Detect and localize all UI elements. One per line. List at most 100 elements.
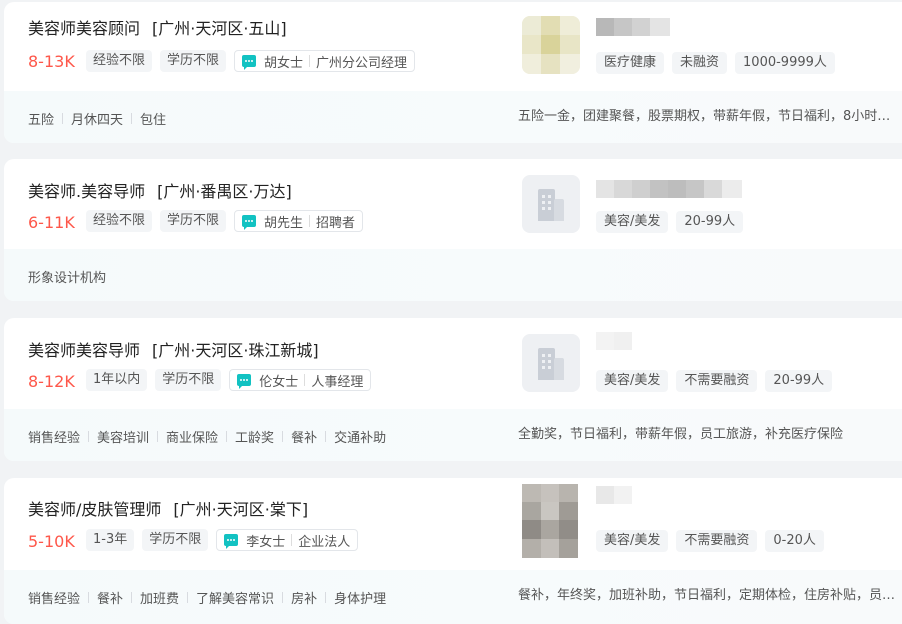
company-tags: 美容/美发 不需要融资 0-20人 (596, 530, 824, 552)
recruiter-info[interactable]: 伦女士 人事经理 (229, 369, 372, 391)
industry-tag: 美容/美发 (596, 211, 669, 233)
job-card[interactable]: 美容师美容导师 [广州·天河区·珠江新城] 8-12K 1年以内 学历不限 伦女士… (4, 318, 902, 461)
job-requirements: 1年以内 学历不限 伦女士 人事经理 (86, 369, 372, 391)
recruiter-role: 招聘者 (316, 215, 356, 231)
company-building-icon (538, 187, 564, 221)
skill-tag: 形象设计机构 (28, 271, 107, 286)
skill-tags: 五险 月休四天 包住 (28, 109, 166, 128)
chat-bubble-icon (237, 374, 252, 389)
skill-tag: 工龄奖 (235, 431, 275, 446)
divider (325, 592, 327, 603)
chat-bubble-icon (242, 55, 257, 70)
skill-tag: 房补 (291, 592, 318, 607)
recruiter-info[interactable]: 李女士 企业法人 (216, 529, 359, 551)
recruiter-info[interactable]: 胡先生 招聘者 (234, 210, 364, 232)
company-name-blurred[interactable] (596, 180, 742, 198)
welfare-text: 餐补，年终奖，加班补助，节日福利，定期体检，住房补贴，员工旅游 (518, 588, 898, 603)
skill-tag: 身体护理 (334, 592, 387, 607)
skill-tag: 餐补 (291, 431, 318, 446)
divider (157, 431, 159, 442)
company-logo[interactable] (522, 16, 580, 74)
skill-tag: 包住 (140, 113, 167, 128)
chat-bubble-icon (242, 215, 257, 230)
skill-tags: 形象设计机构 (28, 267, 106, 286)
company-name-blurred[interactable] (596, 486, 632, 504)
company-logo[interactable] (522, 175, 580, 233)
experience-tag: 经验不限 (86, 210, 153, 232)
financing-tag: 未融资 (672, 52, 728, 74)
job-card-header: 美容师美容顾问 [广州·天河区·五山] 8-13K 经验不限 学历不限 胡女士 广… (4, 2, 902, 90)
divider (309, 215, 311, 227)
job-location: [广州·番禺区·万达] (157, 182, 292, 201)
size-tag: 20-99人 (676, 211, 744, 233)
job-card[interactable]: 美容师.美容导师 [广州·番禺区·万达] 6-11K 经验不限 学历不限 胡先生 … (4, 159, 902, 301)
job-card-header: 美容师/皮肤管理师 [广州·天河区·棠下] 5-10K 1-3年 学历不限 李女士… (4, 478, 902, 566)
recruiter-role: 企业法人 (298, 534, 351, 550)
company-name-blurred[interactable] (596, 18, 670, 36)
job-title-text[interactable]: 美容师.美容导师 (28, 182, 145, 201)
skill-tag: 五险 (28, 113, 55, 128)
recruiter-role: 人事经理 (311, 374, 364, 390)
company-tags: 医疗健康 未融资 1000-9999人 (596, 52, 835, 74)
industry-tag: 美容/美发 (596, 530, 669, 552)
job-card[interactable]: 美容师美容顾问 [广州·天河区·五山] 8-13K 经验不限 学历不限 胡女士 广… (4, 2, 902, 143)
skill-tag: 了解美容常识 (196, 592, 275, 607)
skill-tag: 美容培训 (97, 431, 150, 446)
job-title-text[interactable]: 美容师美容顾问 (28, 19, 140, 38)
job-location: [广州·天河区·珠江新城] (152, 341, 319, 360)
job-card-footer: 销售经验 美容培训 商业保险 工龄奖 餐补 交通补助 全勤奖，节日福利，带薪年假… (4, 409, 902, 461)
job-card-header: 美容师.美容导师 [广州·番禺区·万达] 6-11K 经验不限 学历不限 胡先生 … (4, 159, 902, 247)
job-requirements: 经验不限 学历不限 胡女士 广州分公司经理 (86, 50, 416, 72)
size-tag: 0-20人 (765, 530, 824, 552)
divider (282, 592, 284, 603)
job-card[interactable]: 美容师/皮肤管理师 [广州·天河区·棠下] 5-10K 1-3年 学历不限 李女士… (4, 478, 902, 624)
job-title[interactable]: 美容师美容顾问 [广州·天河区·五山] (28, 15, 287, 39)
divider (88, 592, 90, 603)
company-logo[interactable] (522, 334, 580, 392)
job-card-footer: 五险 月休四天 包住 五险一金，团建聚餐，股票期权，带薪年假，节日福利，8小时工… (4, 91, 902, 143)
company-logo-image (522, 16, 580, 74)
skill-tag: 商业保险 (166, 431, 219, 446)
company-logo-image (522, 484, 578, 558)
divider (131, 113, 133, 124)
job-salary: 8-13K (28, 52, 75, 71)
skill-tag: 餐补 (97, 592, 124, 607)
size-tag: 20-99人 (765, 370, 833, 392)
welfare-text: 五险一金，团建聚餐，股票期权，带薪年假，节日福利，8小时工作制，定期体检 (518, 109, 898, 124)
recruiter-name: 胡女士 (264, 55, 304, 71)
job-requirements: 经验不限 学历不限 胡先生 招聘者 (86, 210, 364, 232)
experience-tag: 1-3年 (86, 529, 135, 551)
company-logo[interactable] (522, 484, 578, 558)
skill-tag: 销售经验 (28, 592, 81, 607)
job-salary: 5-10K (28, 532, 75, 551)
financing-tag: 不需要融资 (676, 370, 758, 392)
recruiter-name: 胡先生 (264, 215, 304, 231)
job-requirements: 1-3年 学历不限 李女士 企业法人 (86, 529, 359, 551)
job-title[interactable]: 美容师.美容导师 [广州·番禺区·万达] (28, 178, 292, 202)
recruiter-info[interactable]: 胡女士 广州分公司经理 (234, 50, 416, 72)
job-location: [广州·天河区·棠下] (173, 500, 309, 519)
skill-tags: 销售经验 餐补 加班费 了解美容常识 房补 身体护理 (28, 588, 386, 607)
divider (131, 592, 133, 603)
job-title-text[interactable]: 美容师/皮肤管理师 (28, 500, 161, 519)
skill-tag: 交通补助 (334, 431, 387, 446)
divider (282, 431, 284, 442)
divider (304, 374, 306, 386)
job-card-footer: 销售经验 餐补 加班费 了解美容常识 房补 身体护理 餐补，年终奖，加班补助，节… (4, 570, 902, 624)
company-name-blurred[interactable] (596, 332, 632, 350)
welfare-text: 全勤奖，节日福利，带薪年假，员工旅游，补充医疗保险 (518, 427, 844, 442)
recruiter-role: 广州分公司经理 (316, 55, 408, 71)
financing-tag: 不需要融资 (676, 530, 758, 552)
experience-tag: 1年以内 (86, 369, 148, 391)
skill-tag: 销售经验 (28, 431, 81, 446)
job-title[interactable]: 美容师/皮肤管理师 [广州·天河区·棠下] (28, 496, 308, 520)
job-title[interactable]: 美容师美容导师 [广州·天河区·珠江新城] (28, 337, 319, 361)
job-title-text[interactable]: 美容师美容导师 (28, 341, 140, 360)
skill-tag: 月休四天 (71, 113, 124, 128)
recruiter-name: 李女士 (246, 534, 286, 550)
education-tag: 学历不限 (155, 369, 222, 391)
education-tag: 学历不限 (160, 210, 227, 232)
divider (325, 431, 327, 442)
job-card-header: 美容师美容导师 [广州·天河区·珠江新城] 8-12K 1年以内 学历不限 伦女士… (4, 318, 902, 406)
divider (291, 534, 293, 546)
